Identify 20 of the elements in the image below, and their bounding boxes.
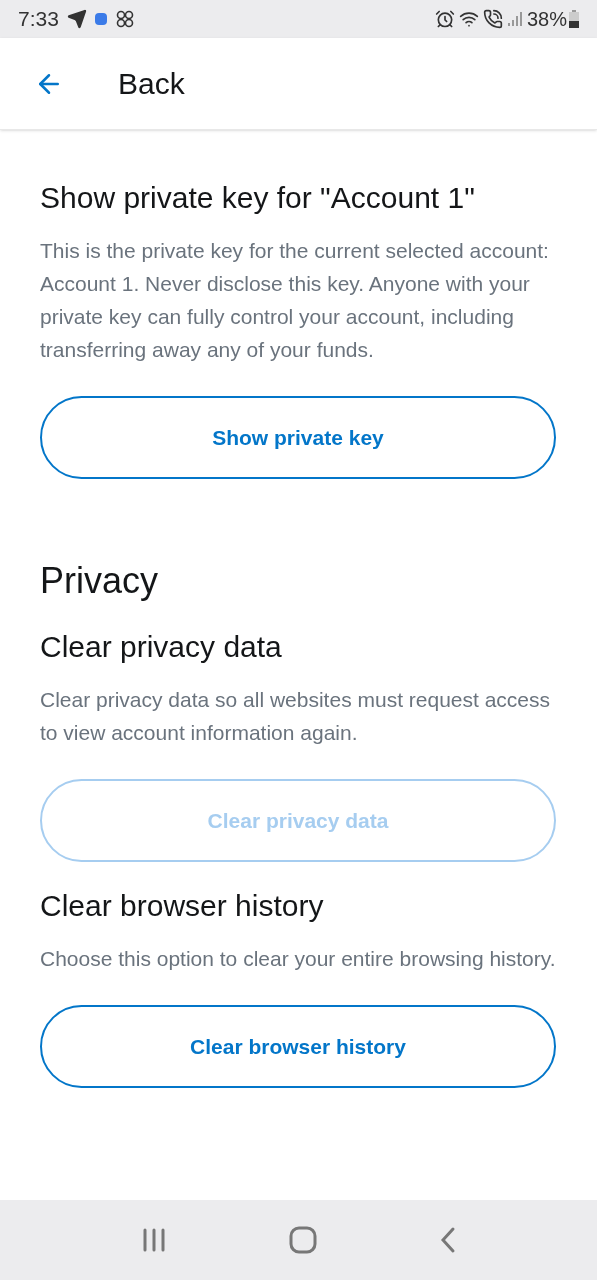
back-icon	[439, 1226, 456, 1254]
section-description: Choose this option to clear your entire browsing history.	[40, 946, 556, 972]
alarm-icon	[434, 9, 455, 29]
status-time: 7:33	[18, 6, 59, 33]
section-title: Clear browser history	[40, 888, 325, 924]
section-description: This is the private key for the current selected account: Account 1. Never disclose this key. Anyone with your private key can fully control your account, including transferring away any of your funds.	[40, 238, 550, 363]
section-title: Clear privacy data	[40, 629, 283, 665]
section-heading: Privacy	[40, 559, 160, 603]
outline-button[interactable]: Show private key	[40, 396, 556, 479]
section-title: Show private key for "Account 1"	[40, 180, 476, 216]
signal-icon	[506, 11, 523, 27]
section-description: Clear privacy data so all websites must request access to view account information again.	[40, 687, 552, 746]
wifi-icon	[458, 9, 479, 29]
outline-button[interactable]: Clear browser history	[40, 1005, 556, 1088]
call-icon	[482, 9, 503, 29]
home-icon	[289, 1226, 318, 1254]
recent-apps-icon	[141, 1227, 168, 1253]
battery-icon	[569, 10, 579, 28]
back-button[interactable]: Back	[0, 61, 185, 106]
battery-percent: 38%	[526, 7, 567, 32]
